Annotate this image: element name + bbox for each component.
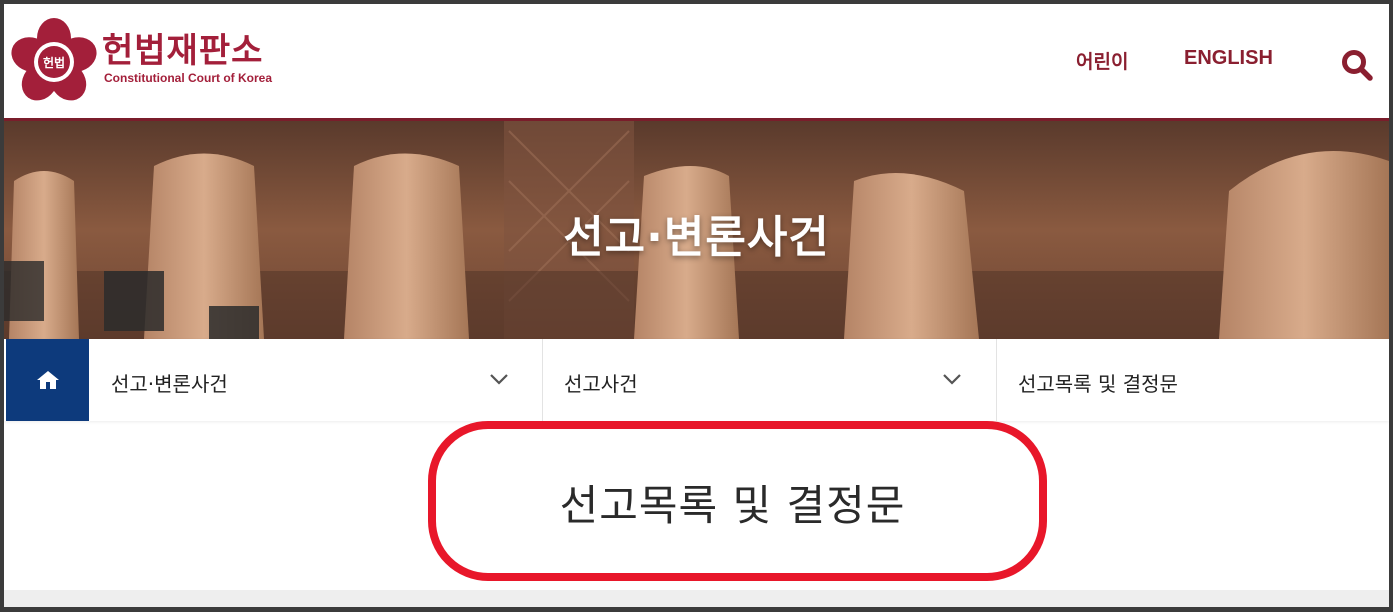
- emblem-text: 헌법: [43, 55, 65, 70]
- search-button[interactable]: [1340, 48, 1374, 82]
- banner-title: 선고·변론사건: [563, 212, 830, 263]
- logo-title: 헌법재판소: [102, 31, 264, 71]
- breadcrumb-dropdown-level3[interactable]: 선고목록 및 결정문: [996, 339, 1389, 421]
- highlight-annotation: [428, 421, 1047, 581]
- nav-link-english[interactable]: ENGLISH: [1184, 47, 1273, 70]
- logo-wordmark[interactable]: 헌법재판소 Constitutional Court of Korea: [102, 32, 272, 86]
- hero-banner: 선고·변론사건: [4, 121, 1389, 339]
- location-bar: 선고·변론사건 선고사건 선고목록 및 결정문: [4, 339, 1389, 421]
- nav-link-kids[interactable]: 어린이: [1076, 47, 1128, 74]
- breadcrumb-level1-label: 선고·변론사건: [111, 372, 228, 396]
- home-button[interactable]: [6, 339, 89, 421]
- court-emblem-logo[interactable]: 헌법: [8, 18, 100, 106]
- chevron-down-icon: [490, 374, 508, 385]
- content-area-top: [4, 590, 1389, 607]
- mugunghwa-emblem-icon: 헌법: [11, 18, 97, 101]
- breadcrumb-level3-label: 선고목록 및 결정문: [1018, 372, 1178, 396]
- chevron-down-icon: [943, 374, 961, 385]
- search-icon: [1342, 50, 1373, 81]
- site-header: 헌법 헌법재판소 Constitutional Court of Korea 어…: [4, 4, 1389, 121]
- logo-subtitle: Constitutional Court of Korea: [104, 71, 272, 85]
- home-icon: [37, 371, 59, 389]
- page-frame: 헌법 헌법재판소 Constitutional Court of Korea 어…: [0, 0, 1393, 612]
- breadcrumb-dropdown-level1[interactable]: 선고·변론사건: [89, 339, 543, 421]
- breadcrumb-level2-label: 선고사건: [564, 372, 638, 396]
- breadcrumb-dropdown-level2[interactable]: 선고사건: [542, 339, 997, 421]
